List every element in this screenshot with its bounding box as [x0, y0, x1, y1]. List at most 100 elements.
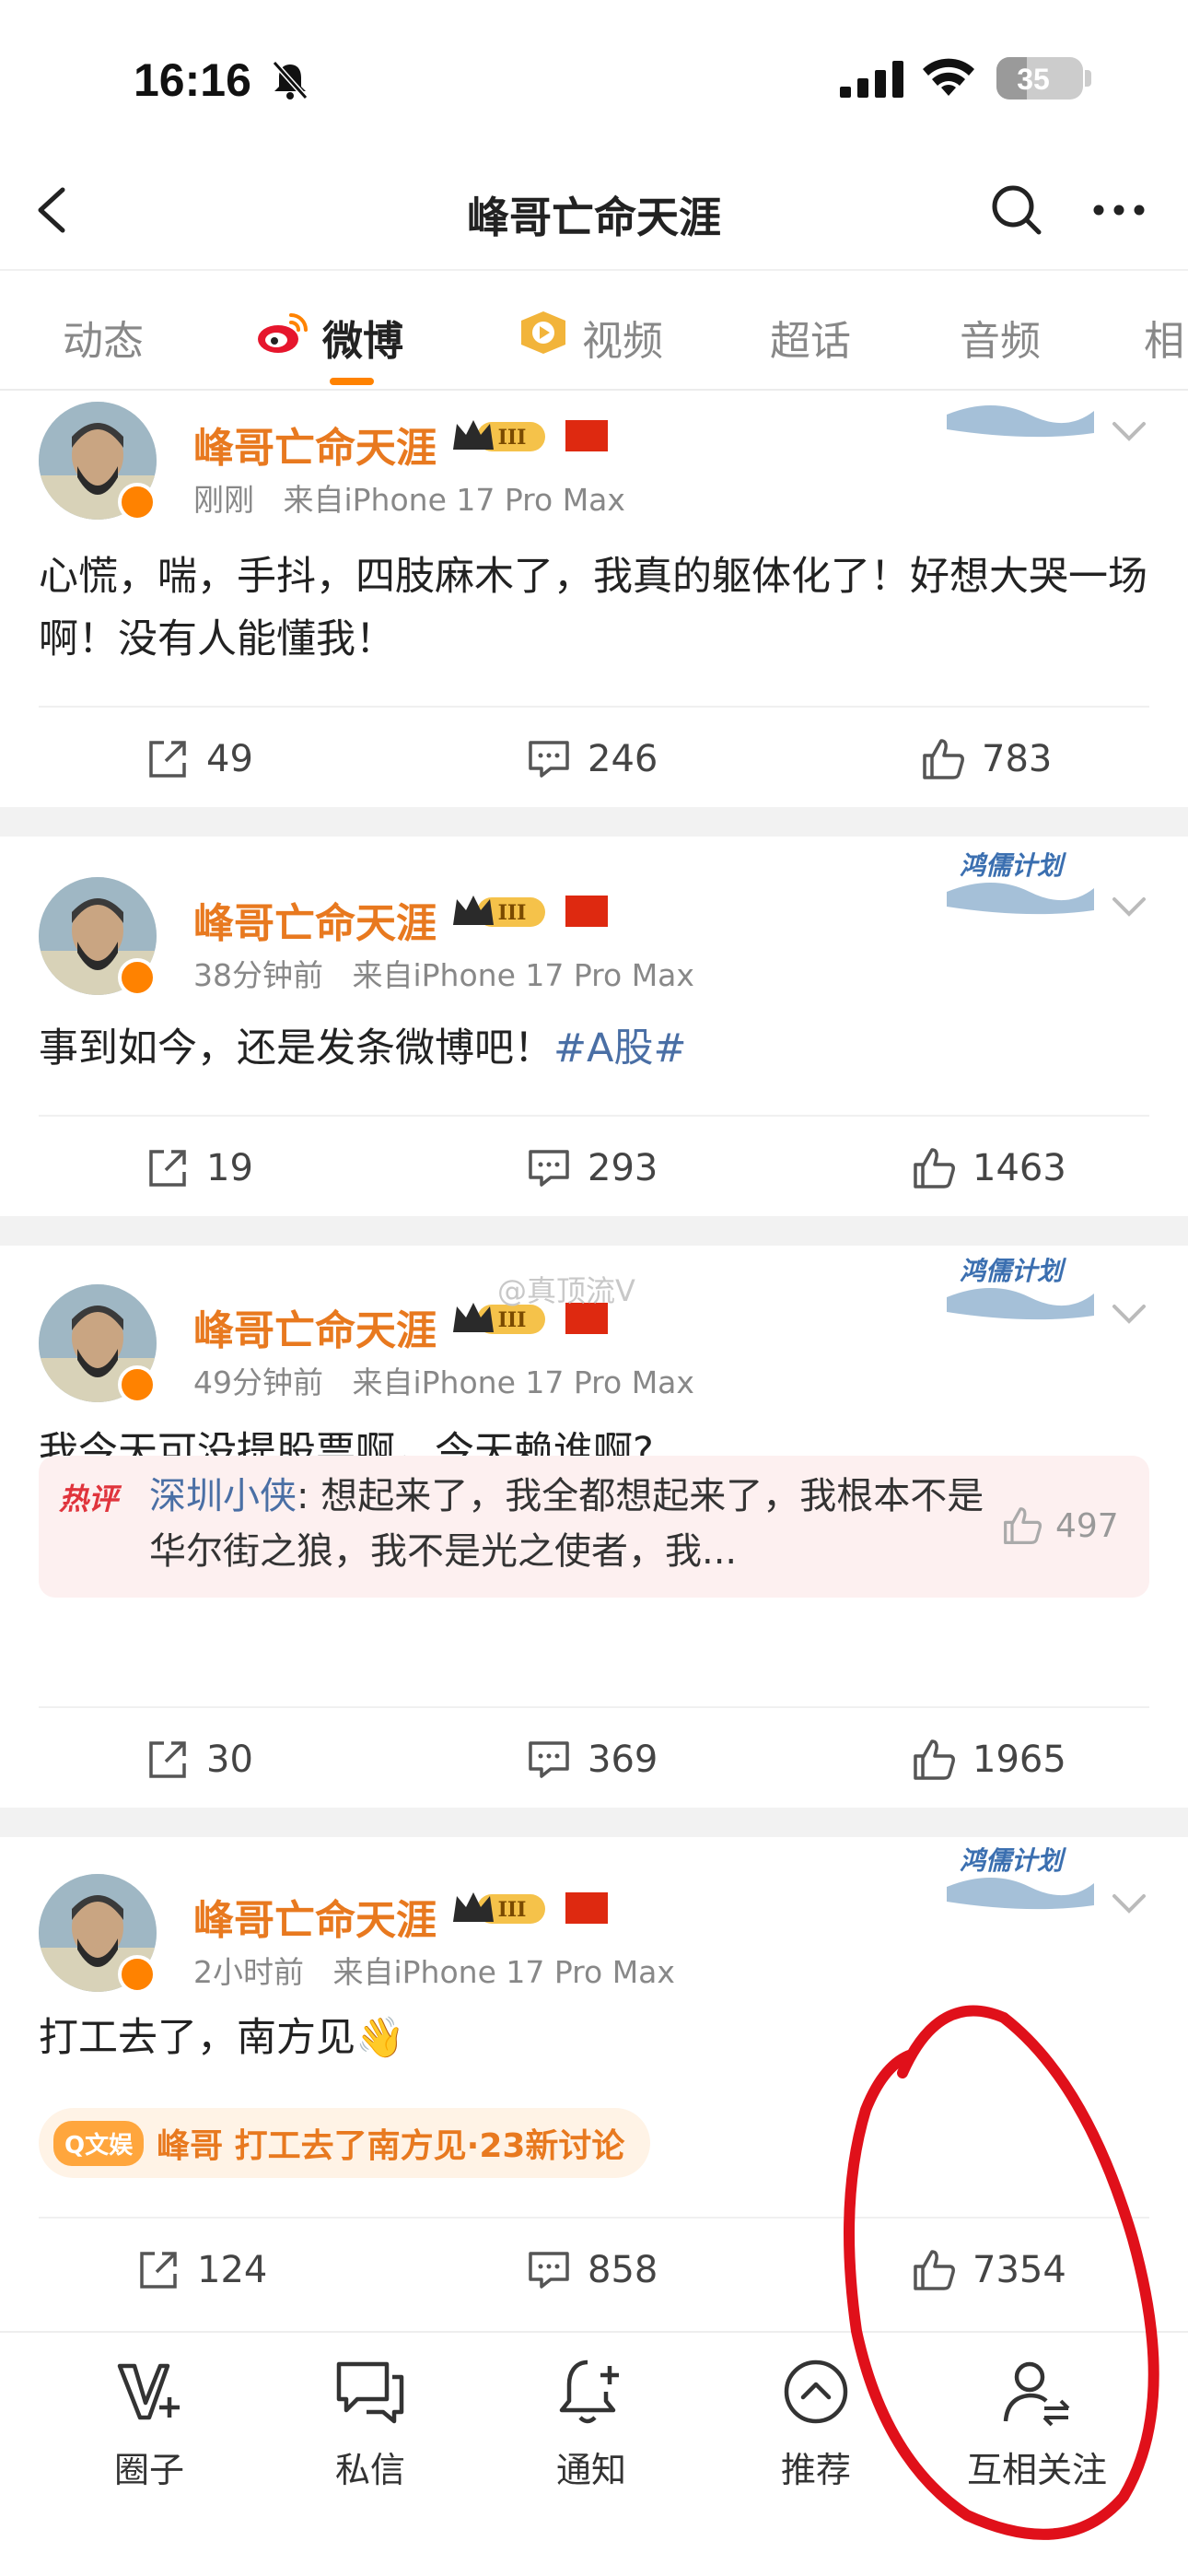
- hot-comment-user[interactable]: 深圳小侠: [149, 1475, 297, 1517]
- crown-level-badge-icon: III: [453, 896, 545, 927]
- thumbs-up-icon: [923, 739, 964, 779]
- post-divider: [0, 1216, 1188, 1246]
- hongru-plan-sticker: 鸿儒计划: [938, 1841, 1096, 1918]
- tab-active-indicator: [330, 378, 374, 385]
- repost-button[interactable]: 124: [136, 2244, 267, 2296]
- tab-album[interactable]: 相: [1144, 308, 1184, 367]
- post-card[interactable]: 峰哥亡命天涯 III 38分钟前 来自iPhone 17 Pro Max 鸿儒计…: [0, 837, 1188, 1216]
- author-name[interactable]: 峰哥亡命天涯: [193, 890, 437, 949]
- post-source: 来自iPhone 17 Pro Max: [332, 1954, 675, 1990]
- post-card[interactable]: 峰哥亡命天涯 III 刚刚 来自iPhone 17 Pro Max 心慌，喘，手…: [0, 391, 1188, 807]
- battery-icon: 35: [996, 57, 1083, 100]
- post-actions: 49 246 783: [39, 706, 1149, 807]
- topic-pill[interactable]: Q文娱 峰哥 打工去了南方见·23新讨论: [39, 2108, 651, 2178]
- post-time: 49分钟前: [193, 1364, 323, 1400]
- bottom-bar-label: 私信: [334, 2450, 405, 2490]
- bottom-bar-label: 通知: [555, 2450, 626, 2490]
- repost-button[interactable]: 30: [146, 1734, 253, 1786]
- tab-super-topic[interactable]: 超话: [770, 308, 851, 367]
- post-source: 来自iPhone 17 Pro Max: [352, 1364, 694, 1400]
- post-divider: [0, 807, 1188, 837]
- more-icon[interactable]: [1087, 182, 1151, 238]
- post-text: 事到如今，还是发条微博吧！: [39, 1025, 553, 1071]
- repost-count: 49: [206, 738, 253, 780]
- chevron-down-icon[interactable]: [1111, 1891, 1147, 1916]
- like-button[interactable]: 7354: [912, 2244, 1066, 2296]
- hongru-plan-sticker: 鸿儒计划: [938, 846, 1096, 923]
- post-card[interactable]: 峰哥亡命天涯 III 49分钟前 来自iPhone 17 Pro Max 鸿儒计…: [0, 1246, 1188, 1808]
- post-card[interactable]: 峰哥亡命天涯 III 2小时前 来自iPhone 17 Pro Max 鸿儒计划…: [0, 1837, 1188, 2331]
- comment-button[interactable]: 369: [527, 1734, 658, 1786]
- svg-text:III: III: [498, 1308, 527, 1332]
- post-actions: 124 858 7354: [39, 2217, 1149, 2318]
- bell-off-icon: [272, 60, 309, 100]
- mutual-follow-button[interactable]: 互相关注: [945, 2355, 1129, 2492]
- like-button[interactable]: 1463: [912, 1142, 1066, 1194]
- verified-badge-icon: [118, 483, 157, 521]
- tab-audio[interactable]: 音频: [960, 308, 1041, 367]
- post-time: 38分钟前: [193, 957, 323, 993]
- hashtag-link[interactable]: #A股#: [553, 1025, 686, 1071]
- post-text: 打工去了，南方见👋: [39, 2015, 405, 2061]
- notification-button[interactable]: 通知: [499, 2355, 683, 2492]
- chevron-down-icon[interactable]: [1111, 894, 1147, 919]
- hot-comment-text-wrapper: 深圳小侠: 想起来了，我全都想起来了，我根本不是华尔街之狼，我不是光之使者，我.…: [149, 1469, 1015, 1579]
- like-count: 783: [982, 738, 1053, 780]
- wifi-icon: [923, 58, 974, 96]
- message-button[interactable]: 私信: [278, 2355, 462, 2492]
- chevron-down-icon[interactable]: [1111, 1301, 1147, 1327]
- message-icon: [336, 2361, 404, 2424]
- nav-header: 峰哥亡命天涯: [0, 157, 1188, 269]
- hot-comment-like-button[interactable]: 497: [1002, 1505, 1119, 1546]
- search-icon[interactable]: [985, 179, 1046, 240]
- repost-button[interactable]: 19: [146, 1142, 253, 1194]
- comment-count: 246: [588, 738, 658, 780]
- post-actions: 30 369 1965: [39, 1706, 1149, 1808]
- sticker-label: 鸿儒计划: [960, 1845, 1064, 1876]
- repost-icon: [149, 741, 186, 778]
- bottom-bar-label: 推荐: [780, 2450, 851, 2490]
- author-name[interactable]: 峰哥亡命天涯: [193, 1887, 437, 1946]
- signal-icon: [840, 61, 903, 98]
- like-button[interactable]: 783: [921, 733, 1052, 785]
- sticker-label: 鸿儒计划: [960, 1256, 1064, 1286]
- battery-percent: 35: [1017, 63, 1050, 96]
- like-button[interactable]: 1965: [912, 1734, 1066, 1786]
- hongru-plan-sticker: 鸿儒计划: [938, 1251, 1096, 1329]
- repost-button[interactable]: 49: [146, 733, 253, 785]
- thumbs-up-icon: [914, 1739, 955, 1780]
- verified-badge-icon: [118, 958, 157, 997]
- author-name[interactable]: 峰哥亡命天涯: [193, 1297, 437, 1356]
- svg-text:III: III: [498, 901, 527, 925]
- bell-plus-icon: [559, 2359, 619, 2424]
- topic-text: 峰哥 打工去了南方见·23新讨论: [157, 2127, 625, 2165]
- tab-dynamic[interactable]: 动态: [63, 308, 144, 367]
- comment-icon: [529, 1150, 569, 1187]
- recommend-button[interactable]: 推荐: [724, 2355, 908, 2492]
- circle-v-icon: [117, 2363, 180, 2420]
- mutual-follow-icon: [1003, 2361, 1070, 2427]
- verified-badge-icon: [118, 1955, 157, 1994]
- tab-weibo[interactable]: 微博: [322, 308, 403, 367]
- post-meta: 49分钟前 来自iPhone 17 Pro Max: [193, 1358, 694, 1402]
- circle-button[interactable]: 圈子: [57, 2355, 241, 2492]
- sticker-label: 鸿儒计划: [960, 850, 1064, 881]
- comment-button[interactable]: 246: [527, 733, 658, 785]
- repost-count: 19: [206, 1147, 253, 1189]
- thumbs-up-icon: [914, 1148, 955, 1188]
- bottom-bar-label: 圈子: [113, 2450, 184, 2490]
- repost-icon: [149, 1741, 186, 1778]
- repost-icon: [140, 2252, 177, 2289]
- author-name[interactable]: 峰哥亡命天涯: [193, 415, 437, 474]
- comment-count: 369: [588, 1739, 658, 1781]
- repost-count: 30: [206, 1739, 253, 1781]
- tab-video[interactable]: 视频: [582, 308, 663, 367]
- repost-icon: [149, 1150, 186, 1187]
- chevron-down-icon[interactable]: [1111, 418, 1147, 444]
- comment-button[interactable]: 858: [527, 2244, 658, 2296]
- comment-button[interactable]: 293: [527, 1142, 658, 1194]
- post-meta: 刚刚 来自iPhone 17 Pro Max: [193, 475, 625, 520]
- hot-comment[interactable]: 热评 深圳小侠: 想起来了，我全都想起来了，我根本不是华尔街之狼，我不是光之使者…: [39, 1456, 1149, 1598]
- like-count: 7354: [973, 2249, 1066, 2291]
- level-text: III: [498, 426, 527, 450]
